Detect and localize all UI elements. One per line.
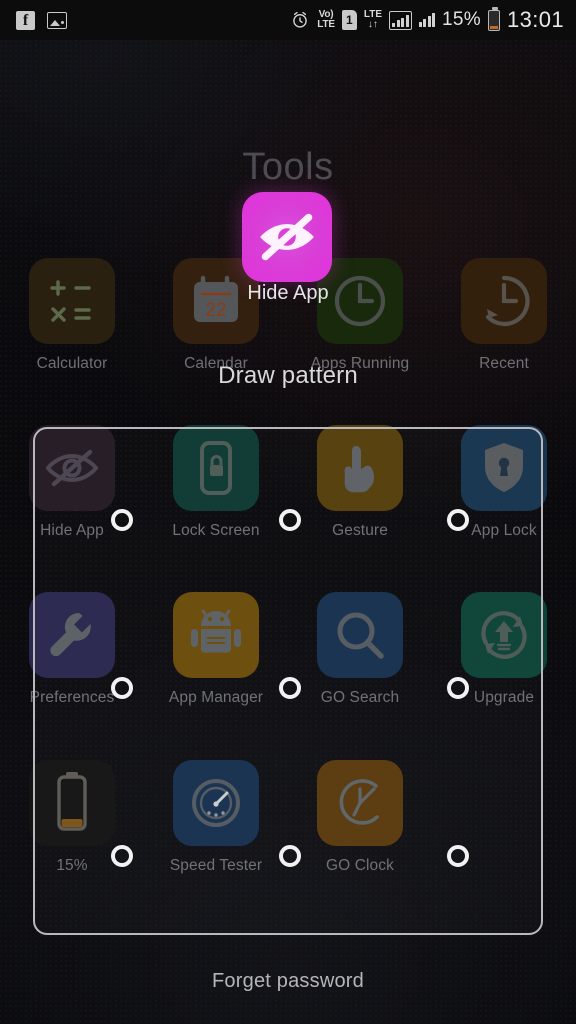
battery-percent-label: 15% xyxy=(442,9,481,30)
pattern-dot-7[interactable] xyxy=(111,845,133,867)
sim-card-icon: 1 xyxy=(341,10,357,30)
pattern-dot-2[interactable] xyxy=(279,509,301,531)
pattern-dot-6[interactable] xyxy=(447,677,469,699)
pattern-lock-overlay: Draw pattern Forget password xyxy=(0,0,576,1024)
battery-icon xyxy=(487,6,500,31)
pattern-grid[interactable] xyxy=(33,427,543,935)
facebook-icon: f xyxy=(16,10,35,30)
pattern-prompt: Draw pattern xyxy=(218,362,358,389)
status-bar-system-icons: Vo) LTE 1 LTE ↓↑ 15% 13:01 xyxy=(290,6,564,33)
signal-strength-icon xyxy=(418,12,435,27)
pattern-dot-3[interactable] xyxy=(447,509,469,531)
volte-icon: Vo) LTE xyxy=(317,9,335,30)
status-bar-clock: 13:01 xyxy=(506,7,564,32)
pattern-dot-1[interactable] xyxy=(111,509,133,531)
pattern-dot-5[interactable] xyxy=(279,677,301,699)
pattern-dot-8[interactable] xyxy=(279,845,301,867)
image-icon xyxy=(47,11,67,29)
pattern-dot-9[interactable] xyxy=(447,845,469,867)
pattern-dot-4[interactable] xyxy=(111,677,133,699)
forget-password-link[interactable]: Forget password xyxy=(0,970,576,993)
status-bar-notifications: f xyxy=(16,10,67,30)
alarm-icon xyxy=(293,11,308,28)
phone-screen: f Vo) LTE 1 LTE ↓↑ 15% 13:01 Tools Calcu… xyxy=(0,0,576,1024)
status-bar: f Vo) LTE 1 LTE ↓↑ 15% 13:01 xyxy=(0,0,576,40)
signal-boxed-icon xyxy=(389,10,412,30)
lte-data-icon: LTE ↓↑ xyxy=(363,9,382,30)
